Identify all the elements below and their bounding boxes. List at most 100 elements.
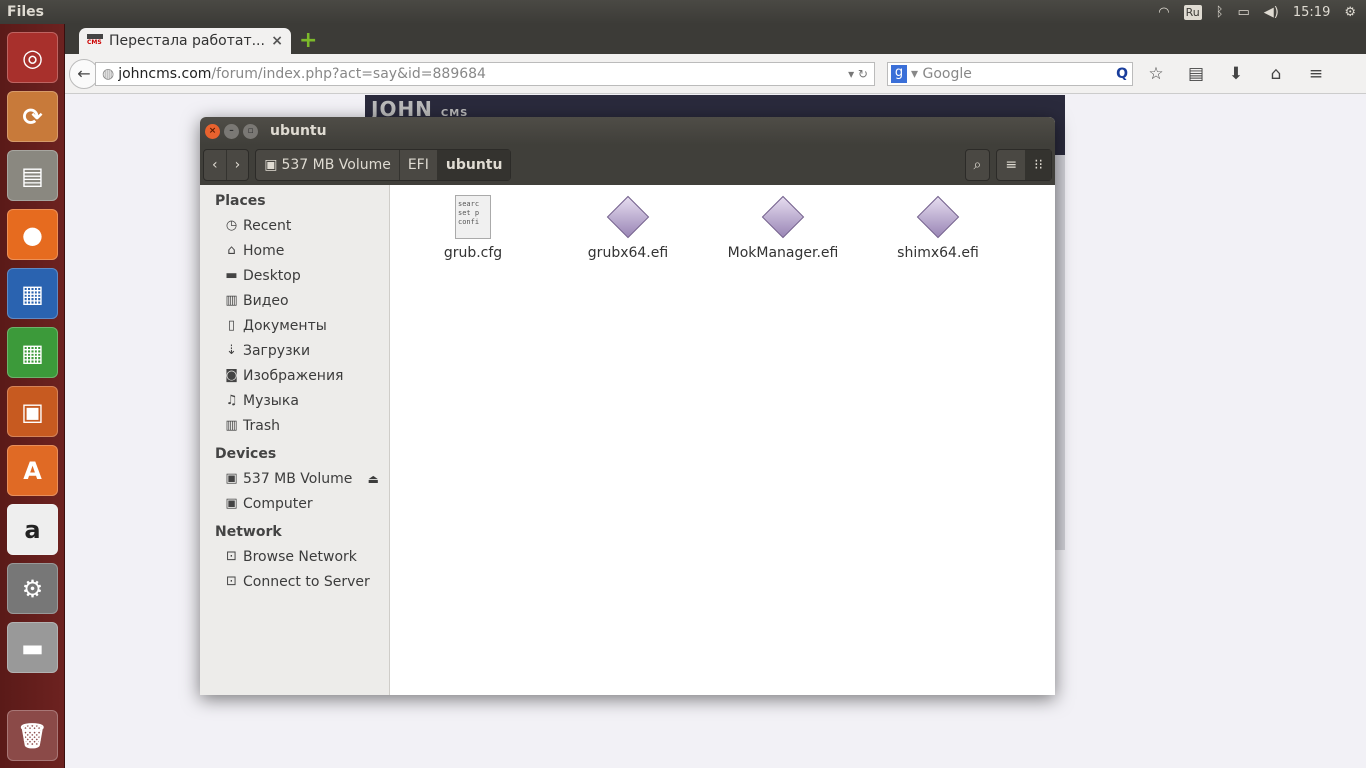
view-buttons: ≡ ⁝⁝ (996, 149, 1052, 181)
wifi-icon[interactable]: ◠ (1158, 5, 1169, 20)
file-item[interactable]: grubx64.efi (558, 195, 698, 261)
server-icon: ⊡ (226, 574, 237, 589)
sidebar-item-pictures[interactable]: ◙ Изображения (200, 363, 389, 388)
home-icon[interactable]: ⌂ (1259, 64, 1293, 84)
breadcrumb: ▣ 537 MB Volume EFI ubuntu (255, 149, 512, 181)
crumb-volume[interactable]: ▣ 537 MB Volume (256, 150, 400, 180)
file-item[interactable]: searc set p confi grub.cfg (403, 195, 543, 261)
sidebar-item-browse-network[interactable]: ⊡ Browse Network (200, 544, 389, 569)
active-app-name: Files (7, 4, 44, 20)
drive-icon: ▣ (225, 471, 238, 486)
sidebar-item-recent[interactable]: ◷ Recent (200, 213, 389, 238)
favicon-icon: CMS (87, 34, 103, 48)
film-icon: ▥ (225, 293, 238, 308)
history-buttons: ‹ › (203, 149, 250, 181)
eject-icon[interactable]: ⏏ (368, 472, 379, 486)
back-button[interactable]: ‹ (204, 150, 227, 180)
trash-icon[interactable]: 🗑 (7, 710, 58, 761)
sidebar-item-downloads[interactable]: ⇣ Загрузки (200, 338, 389, 363)
sidebar-item-volume[interactable]: ▣ 537 MB Volume ⏏ (200, 466, 389, 491)
search-icon[interactable]: Q (1116, 66, 1128, 82)
executable-icon (606, 195, 650, 239)
software-updater-icon[interactable]: ⟳ (7, 91, 58, 142)
grid-view-icon[interactable]: ⁝⁝ (1026, 150, 1051, 180)
disk-drive-icon[interactable]: ▬ (7, 622, 58, 673)
bookmark-star-icon[interactable]: ☆ (1139, 64, 1173, 84)
firefox-icon[interactable]: ● (7, 209, 58, 260)
files-toolbar: ‹ › ▣ 537 MB Volume EFI ubuntu ⌕ ≡ ⁝⁝ (200, 145, 1055, 185)
tab-bar: CMS Перестала работат... × + (65, 24, 1366, 54)
network-heading: Network (215, 524, 282, 540)
impress-icon[interactable]: ▣ (7, 386, 58, 437)
trash-icon: ▥ (225, 418, 238, 433)
search-icon[interactable]: ⌕ (966, 150, 990, 180)
volume-icon[interactable]: ◀) (1264, 5, 1279, 20)
writer-icon[interactable]: ▦ (7, 268, 58, 319)
files-icon[interactable]: ▤ (7, 150, 58, 201)
drive-icon: ▣ (264, 157, 278, 173)
downloads-icon[interactable]: ⬇ (1219, 64, 1253, 84)
minimize-window-button[interactable]: – (224, 123, 239, 139)
sidebar: Places ◷ Recent ⌂ Home ▬ Desktop ▥ Видео ▯ До… (200, 185, 390, 695)
calc-icon[interactable]: ▦ (7, 327, 58, 378)
bookmarks-list-icon[interactable]: ▤ (1179, 64, 1213, 84)
system-settings-icon[interactable]: ⚙ (7, 563, 58, 614)
amazon-icon[interactable]: a (7, 504, 58, 555)
executable-icon (761, 195, 805, 239)
file-view: searc set p confi grub.cfg grubx64.efi Mo… (390, 185, 1055, 695)
maximize-window-button[interactable]: ▫ (243, 123, 258, 139)
dash-icon[interactable]: ◎ (7, 32, 58, 83)
sidebar-item-trash[interactable]: ▥ Trash (200, 413, 389, 438)
new-tab-button[interactable]: + (299, 28, 317, 53)
document-icon: ▯ (227, 318, 236, 333)
power-gear-icon[interactable]: ⚙ (1344, 5, 1356, 20)
download-icon: ⇣ (226, 343, 237, 358)
list-view-icon[interactable]: ≡ (997, 150, 1027, 180)
sidebar-item-documents[interactable]: ▯ Документы (200, 313, 389, 338)
sidebar-item-home[interactable]: ⌂ Home (200, 238, 389, 263)
file-item[interactable]: MokManager.efi (713, 195, 853, 261)
camera-icon: ◙ (225, 368, 238, 383)
sidebar-item-desktop[interactable]: ▬ Desktop (200, 263, 389, 288)
computer-icon: ▣ (225, 496, 238, 511)
search-button[interactable]: ⌕ (964, 149, 991, 181)
places-heading: Places (215, 193, 266, 209)
sidebar-item-music[interactable]: ♫ Музыка (200, 388, 389, 413)
menu-icon[interactable]: ≡ (1299, 64, 1333, 84)
search-placeholder: Google (922, 65, 972, 82)
sidebar-item-computer[interactable]: ▣ Computer (200, 491, 389, 516)
close-window-button[interactable]: × (205, 123, 220, 139)
reload-icon[interactable]: ▾ ↻ (848, 67, 868, 81)
url-host: johncms.com (118, 65, 212, 82)
text-file-icon: searc set p confi (455, 195, 491, 239)
files-window: × – ▫ ubuntu ‹ › ▣ 537 MB Volume EFI ubun… (200, 117, 1055, 695)
search-input[interactable]: g ▾ Google Q (887, 61, 1133, 86)
url-bar[interactable]: ◍ johncms.com /forum/index.php?act=say&i… (95, 61, 875, 86)
window-title: ubuntu (270, 123, 327, 139)
network-icon: ⊡ (226, 549, 237, 564)
devices-heading: Devices (215, 446, 277, 462)
globe-icon: ◍ (102, 65, 115, 82)
browser-tab[interactable]: CMS Перестала работат... × (79, 28, 291, 54)
folder-icon: ▬ (225, 268, 238, 283)
crumb-efi[interactable]: EFI (400, 150, 438, 180)
sidebar-item-connect-server[interactable]: ⊡ Connect to Server (200, 569, 389, 594)
bluetooth-icon[interactable]: ᛒ (1216, 5, 1224, 20)
close-tab-icon[interactable]: × (271, 33, 283, 49)
software-center-icon[interactable]: A (7, 445, 58, 496)
google-icon[interactable]: g (891, 64, 907, 83)
clock-icon: ◷ (225, 218, 238, 233)
url-path: /forum/index.php?act=say&id=889684 (211, 65, 486, 82)
battery-icon[interactable]: ▭ (1238, 5, 1250, 20)
tab-title: Перестала работат... (109, 33, 265, 49)
file-item[interactable]: shimx64.efi (868, 195, 1008, 261)
sidebar-item-video[interactable]: ▥ Видео (200, 288, 389, 313)
title-bar: × – ▫ ubuntu (200, 117, 1055, 145)
keyboard-layout-indicator[interactable]: Ru (1183, 4, 1202, 20)
forward-button[interactable]: › (227, 150, 249, 180)
executable-icon (916, 195, 960, 239)
music-icon: ♫ (225, 393, 238, 408)
clock[interactable]: 15:19 (1293, 5, 1330, 20)
home-icon: ⌂ (227, 243, 236, 258)
crumb-ubuntu[interactable]: ubuntu (437, 150, 511, 180)
